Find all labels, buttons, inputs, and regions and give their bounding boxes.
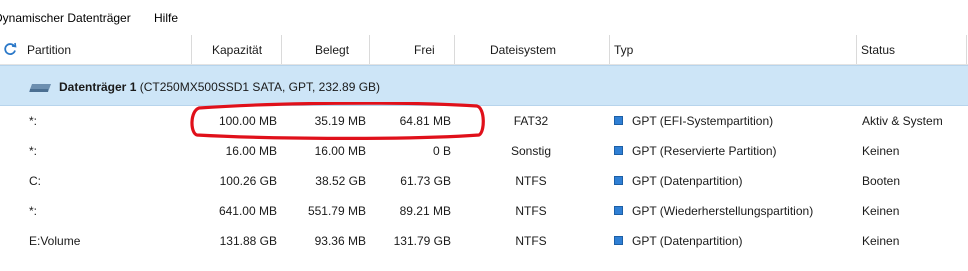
column-divider[interactable]	[191, 35, 192, 64]
disk-details: (CT250MX500SSD1 SATA, GPT, 232.89 GB)	[139, 80, 381, 94]
highlight-annotation	[190, 102, 485, 140]
partition-type-icon	[614, 116, 623, 125]
partition-capacity: 641.00 MB	[218, 204, 277, 218]
column-free[interactable]: Frei	[414, 43, 435, 57]
refresh-icon[interactable]	[3, 42, 17, 56]
partition-free: 89.21 MB	[399, 204, 451, 218]
partition-type-icon	[614, 236, 623, 245]
partition-used: 551.79 MB	[307, 204, 366, 218]
partition-free: 61.73 GB	[400, 174, 451, 188]
partition-status: Keinen	[862, 204, 900, 218]
partition-type: GPT (Wiederherstellungspartition)	[632, 204, 814, 218]
column-divider[interactable]	[856, 35, 857, 64]
disk-title: Datenträger 1 (CT250MX500SSD1 SATA, GPT,…	[59, 80, 380, 94]
partition-type: GPT (Reservierte Partition)	[632, 144, 777, 158]
menu-help[interactable]: Hilfe	[154, 11, 178, 25]
partition-status: Aktiv & System	[862, 114, 943, 128]
column-divider[interactable]	[281, 35, 282, 64]
column-partition[interactable]: Partition	[27, 43, 71, 57]
menu-dynamic-disk[interactable]: Dynamischer Datenträger	[0, 11, 131, 25]
disk-row[interactable]: Datenträger 1 (CT250MX500SSD1 SATA, GPT,…	[0, 65, 968, 106]
column-capacity[interactable]: Kapazität	[212, 43, 262, 57]
partition-name: *:	[29, 204, 38, 218]
partition-capacity: 100.26 GB	[219, 174, 277, 188]
table-row[interactable]: C: 100.26 GB 38.52 GB 61.73 GB NTFS GPT …	[0, 166, 968, 196]
partition-filesystem: NTFS	[515, 174, 547, 188]
table-row[interactable]: E:Volume 131.88 GB 93.36 MB 131.79 GB NT…	[0, 226, 968, 256]
partition-capacity: 131.88 GB	[219, 234, 277, 248]
column-type[interactable]: Typ	[614, 43, 633, 57]
partition-status: Keinen	[862, 234, 900, 248]
column-divider[interactable]	[454, 35, 455, 64]
partition-name: E:Volume	[29, 234, 81, 248]
partition-name: *:	[29, 114, 38, 128]
partition-filesystem: FAT32	[513, 114, 549, 128]
column-divider[interactable]	[609, 35, 610, 64]
partition-filesystem: Sonstig	[510, 144, 552, 158]
partition-used: 93.36 MB	[314, 234, 366, 248]
column-used[interactable]: Belegt	[315, 43, 349, 57]
disk-name: Datenträger 1	[59, 80, 137, 94]
partition-type-icon	[614, 206, 623, 215]
menu-bar: Dynamischer Datenträger Hilfe	[0, 0, 968, 34]
partition-capacity: 16.00 MB	[225, 144, 277, 158]
partition-name: *:	[29, 144, 38, 158]
column-filesystem[interactable]: Dateisystem	[490, 43, 556, 57]
partition-status: Keinen	[862, 144, 900, 158]
table-header: Partition Kapazität Belegt Frei Dateisys…	[0, 35, 968, 65]
partition-type-icon	[614, 146, 623, 155]
partition-type: GPT (Datenpartition)	[632, 174, 743, 188]
partition-filesystem: NTFS	[515, 204, 547, 218]
partition-used: 38.52 GB	[315, 174, 366, 188]
table-row[interactable]: *: 641.00 MB 551.79 MB 89.21 MB NTFS GPT…	[0, 196, 968, 226]
column-divider[interactable]	[966, 35, 967, 64]
column-divider[interactable]	[369, 35, 370, 64]
disk-icon	[29, 84, 51, 92]
table-row[interactable]: *: 16.00 MB 16.00 MB 0 B Sonstig GPT (Re…	[0, 136, 968, 166]
partition-type: GPT (EFI-Systempartition)	[632, 114, 774, 128]
partition-type: GPT (Datenpartition)	[632, 234, 743, 248]
partition-filesystem: NTFS	[515, 234, 547, 248]
partition-name: C:	[29, 174, 41, 188]
partition-type-icon	[614, 176, 623, 185]
partition-status: Booten	[862, 174, 901, 188]
partition-free: 131.79 GB	[393, 234, 451, 248]
partition-used: 16.00 MB	[314, 144, 366, 158]
partition-free: 0 B	[432, 144, 451, 158]
column-status[interactable]: Status	[861, 43, 895, 57]
